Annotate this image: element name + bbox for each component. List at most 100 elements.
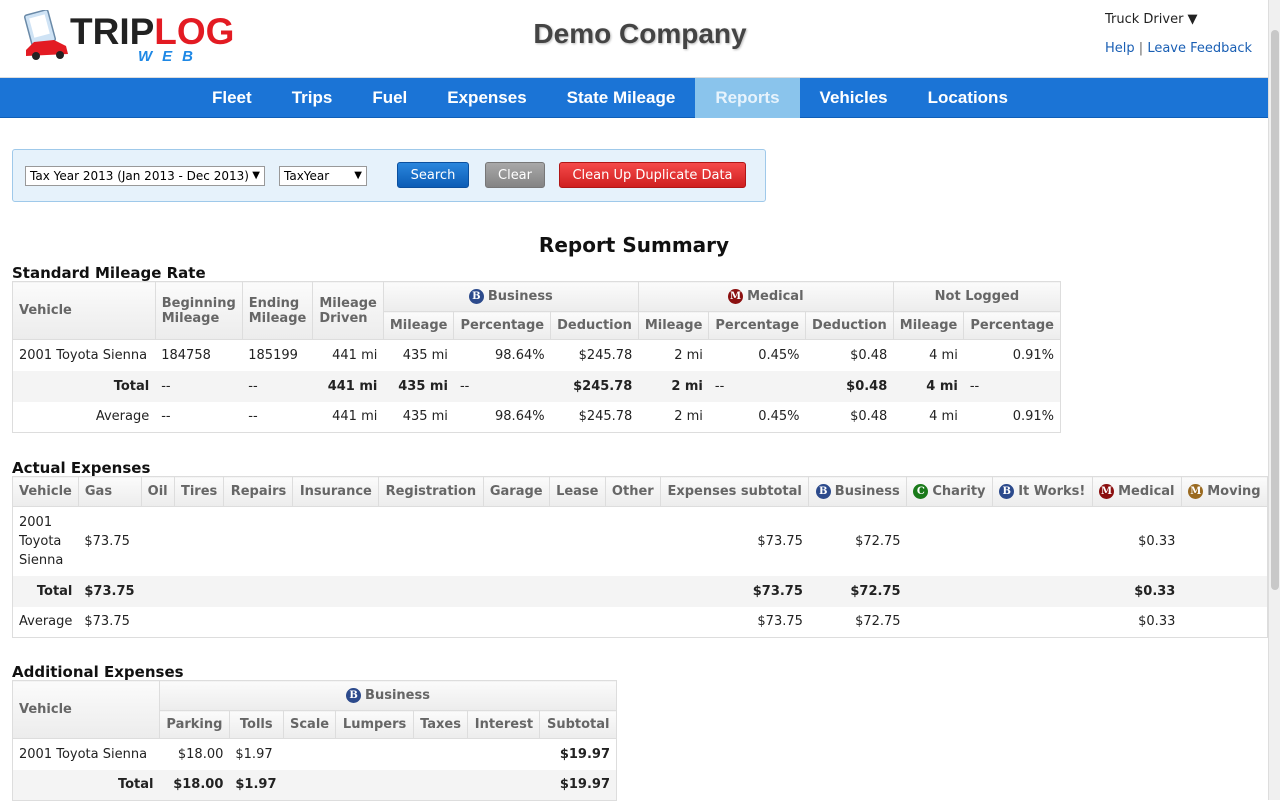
cell: Average xyxy=(19,614,73,630)
col-registration: Registration xyxy=(378,476,484,507)
nav-vehicles[interactable]: Vehicles xyxy=(800,78,908,118)
cell: Total xyxy=(12,769,160,801)
cell: $72.75 xyxy=(855,533,901,549)
col-vehicle: Vehicle xyxy=(12,680,160,739)
actual-expenses-table: Vehicle Gas Oil Tires Repairs Insurance … xyxy=(12,476,1269,638)
cell: $18.00 xyxy=(159,769,230,801)
col-parking: Parking xyxy=(159,710,230,739)
cell: $72.75 xyxy=(808,575,907,607)
col-business-deduction: Deduction xyxy=(550,311,639,340)
cell: $0.33 xyxy=(1138,533,1176,549)
clean-up-duplicate-data-button[interactable]: Clean Up Duplicate Data xyxy=(559,162,746,188)
cell: 185199 xyxy=(248,347,298,363)
help-link[interactable]: Help xyxy=(1105,41,1135,56)
cell: $72.75 xyxy=(855,614,901,630)
cell: 441 mi xyxy=(332,347,378,363)
leave-feedback-link[interactable]: Leave Feedback xyxy=(1147,41,1252,56)
cell: 4 mi xyxy=(929,409,958,425)
cell: $73.75 xyxy=(84,533,130,549)
cell: 98.64% xyxy=(495,409,545,425)
col-moving: M Moving xyxy=(1180,476,1269,507)
moving-badge-icon: M xyxy=(1188,484,1204,499)
cell: 2001 Toyota Sienna xyxy=(19,514,64,568)
page-scrollbar[interactable] xyxy=(1268,0,1280,800)
cell: $245.78 xyxy=(578,347,633,363)
average-row: Average $73.75 $73.75 $72.75 $0.33 xyxy=(13,607,1268,638)
cell: 435 mi xyxy=(402,409,448,425)
medical-badge-icon: M xyxy=(1099,484,1115,499)
cell: $73.75 xyxy=(78,575,142,607)
cell: 441 mi xyxy=(332,409,378,425)
cell: 4 mi xyxy=(929,347,958,363)
business-badge-icon: B xyxy=(468,289,484,304)
col-medical: M Medical xyxy=(1091,476,1182,507)
search-button[interactable]: Search xyxy=(397,162,469,188)
cell: 2001 Toyota Sienna xyxy=(19,746,148,762)
it-works-badge-icon: B xyxy=(999,484,1015,499)
col-subtotal: Subtotal xyxy=(539,710,617,739)
charity-badge-icon: C xyxy=(913,484,929,499)
main-nav: Fleet Trips Fuel Expenses State Mileage … xyxy=(0,78,1268,118)
col-business: B Business xyxy=(808,476,908,507)
cell: $245.78 xyxy=(550,370,639,402)
user-menu[interactable]: Truck Driver ▼ xyxy=(1105,12,1252,27)
cell: $1.97 xyxy=(235,746,273,762)
total-row: Total $18.00 $1.97 $19.97 xyxy=(12,769,617,801)
col-insurance: Insurance xyxy=(292,476,380,507)
col-beginning-mileage: Beginning Mileage xyxy=(154,281,243,340)
table-row: 2001 Toyota Sienna $18.00 $1.97 $19.97 xyxy=(13,739,617,770)
user-box: Truck Driver ▼ Help | Leave Feedback xyxy=(1105,12,1252,56)
nav-fuel[interactable]: Fuel xyxy=(352,78,427,118)
period-select[interactable]: Tax Year 2013 (Jan 2013 - Dec 2013) ▼ xyxy=(25,166,265,186)
nav-expenses[interactable]: Expenses xyxy=(427,78,546,118)
scrollbar-thumb[interactable] xyxy=(1271,30,1279,590)
nav-fleet[interactable]: Fleet xyxy=(192,78,272,118)
col-lease: Lease xyxy=(548,476,606,507)
cell: $0.33 xyxy=(1092,575,1182,607)
cell: 2 mi xyxy=(674,409,703,425)
cell: -- xyxy=(248,409,258,425)
cell: 435 mi xyxy=(383,370,454,402)
header: TRIPLOG WEB Demo Company Truck Driver ▼ … xyxy=(0,0,1280,78)
col-mileage-driven: Mileage Driven xyxy=(312,281,384,340)
cell: 184758 xyxy=(161,347,211,363)
col-oil: Oil xyxy=(140,476,175,507)
table-row: 2001 Toyota Sienna $73.75 $73.75 $72.75 … xyxy=(13,507,1268,576)
cell: $0.33 xyxy=(1138,614,1176,630)
col-medical-percentage: Percentage xyxy=(708,311,807,340)
cell: 2001 Toyota Sienna xyxy=(19,347,148,363)
cell: $18.00 xyxy=(177,746,224,762)
nav-state-mileage[interactable]: State Mileage xyxy=(547,78,696,118)
chevron-down-icon: ▼ xyxy=(252,170,260,181)
col-lumpers: Lumpers xyxy=(335,710,414,739)
additional-expenses-title: Additional Expenses xyxy=(12,663,184,681)
filter-panel: Tax Year 2013 (Jan 2013 - Dec 2013) ▼ Tax… xyxy=(12,149,766,202)
col-repairs: Repairs xyxy=(223,476,294,507)
table-row: 2001 Toyota Sienna 184758 185199 441 mi … xyxy=(13,340,1061,371)
period-type-select[interactable]: TaxYear ▼ xyxy=(279,166,367,186)
col-business-percentage: Percentage xyxy=(453,311,552,340)
col-scale: Scale xyxy=(282,710,337,739)
company-name: Demo Company xyxy=(533,18,747,49)
cell: Total xyxy=(12,370,156,402)
cell: $73.75 xyxy=(84,614,130,630)
period-type-value: TaxYear xyxy=(284,169,330,183)
cell: -- xyxy=(161,409,171,425)
total-row: Total $73.75 $73.75 $72.75 $0.33 xyxy=(12,575,1268,607)
col-tires: Tires xyxy=(173,476,225,507)
cell: 441 mi xyxy=(312,370,384,402)
cell: Total xyxy=(12,575,79,607)
nav-reports[interactable]: Reports xyxy=(695,78,800,118)
medical-badge-icon: M xyxy=(728,289,744,304)
cell: 2 mi xyxy=(674,347,703,363)
logo-sub: WEB xyxy=(138,48,203,65)
col-vehicle: Vehicle xyxy=(12,281,156,340)
col-tolls: Tolls xyxy=(228,710,284,739)
total-row: Total -- -- 441 mi 435 mi -- $245.78 2 m… xyxy=(12,370,1061,402)
clear-button[interactable]: Clear xyxy=(485,162,545,188)
link-separator: | xyxy=(1138,41,1144,56)
nav-trips[interactable]: Trips xyxy=(272,78,353,118)
cell: 2 mi xyxy=(638,370,709,402)
report-title: Report Summary xyxy=(538,233,730,257)
nav-locations[interactable]: Locations xyxy=(908,78,1028,118)
